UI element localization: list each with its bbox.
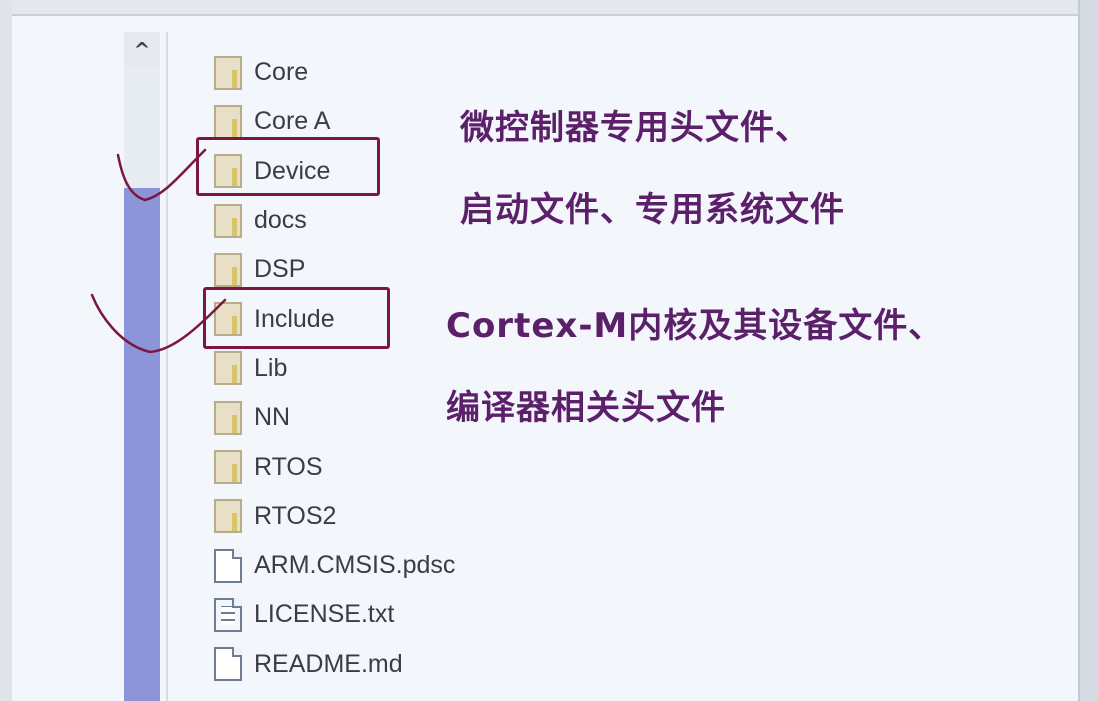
file-icon bbox=[214, 548, 242, 583]
list-item[interactable]: README.md bbox=[214, 640, 455, 689]
folder-icon bbox=[214, 104, 242, 139]
window-right-edge bbox=[1078, 0, 1098, 701]
device-highlight-box bbox=[196, 137, 380, 196]
file-name: Core A bbox=[254, 107, 331, 136]
include-annotation-line2: 编译器相关头文件 bbox=[446, 388, 726, 428]
file-name: LICENSE.txt bbox=[254, 600, 395, 629]
file-name: RTOS bbox=[254, 452, 323, 481]
list-item[interactable]: docs bbox=[214, 196, 455, 245]
device-annotation-line2: 启动文件、专用系统文件 bbox=[460, 190, 845, 230]
window-left-edge bbox=[0, 0, 12, 701]
file-name: ARM.CMSIS.pdsc bbox=[254, 551, 456, 580]
text-file-icon bbox=[214, 597, 242, 632]
folder-icon bbox=[214, 499, 242, 534]
file-name: Lib bbox=[254, 353, 288, 382]
divider bbox=[166, 32, 168, 701]
file-name: DSP bbox=[254, 255, 306, 284]
list-item[interactable]: RTOS2 bbox=[214, 492, 455, 541]
scrollbar-thumb[interactable] bbox=[124, 68, 160, 188]
vertical-scrollbar[interactable]: ^ bbox=[124, 32, 160, 701]
include-highlight-box bbox=[203, 287, 390, 349]
folder-icon bbox=[214, 55, 242, 90]
file-name: README.md bbox=[254, 649, 403, 678]
list-item[interactable]: Lib bbox=[214, 344, 455, 393]
folder-icon bbox=[214, 450, 242, 485]
folder-icon bbox=[214, 351, 242, 386]
file-name: RTOS2 bbox=[254, 501, 337, 530]
file-icon bbox=[214, 647, 242, 682]
list-item[interactable]: LICENSE.txt bbox=[214, 590, 455, 639]
folder-icon bbox=[214, 400, 242, 435]
list-item[interactable]: RTOS bbox=[214, 442, 455, 491]
list-item[interactable]: ARM.CMSIS.pdsc bbox=[214, 541, 455, 590]
scroll-up-button[interactable]: ^ bbox=[124, 32, 160, 68]
file-name: Core bbox=[254, 58, 309, 87]
list-item[interactable]: Core bbox=[214, 48, 455, 97]
file-name: docs bbox=[254, 206, 307, 235]
window-top-border bbox=[0, 0, 1098, 16]
list-item[interactable]: NN bbox=[214, 393, 455, 442]
folder-icon bbox=[214, 203, 242, 238]
folder-icon bbox=[214, 252, 242, 287]
chevron-up-icon: ^ bbox=[133, 38, 151, 62]
file-name: NN bbox=[254, 403, 291, 432]
include-annotation-line1: Cortex-M内核及其设备文件、 bbox=[446, 306, 944, 346]
device-annotation-line1: 微控制器专用头文件、 bbox=[460, 108, 810, 148]
